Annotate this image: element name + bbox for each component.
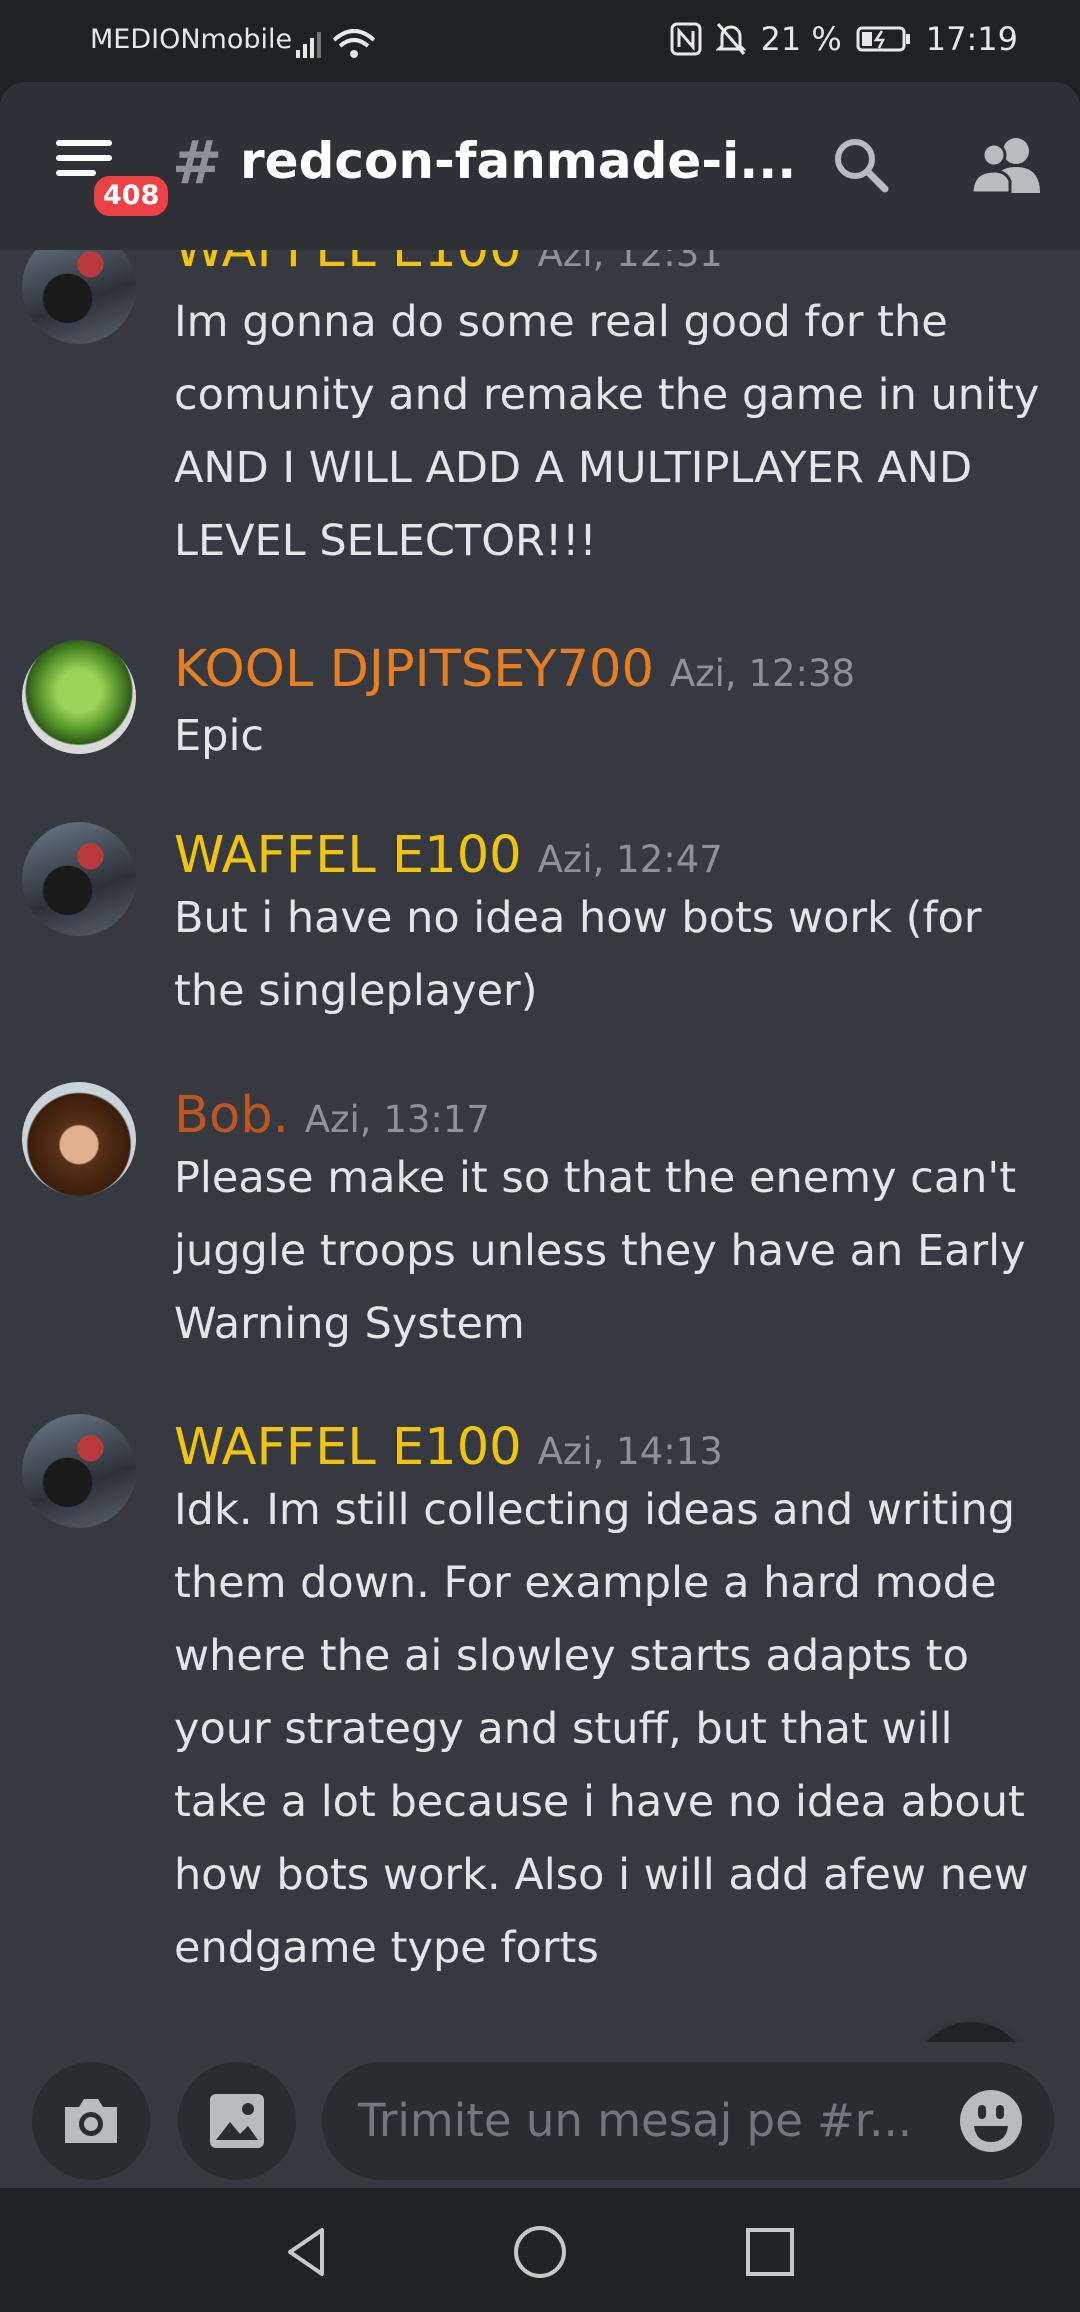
members-button[interactable]: [972, 130, 1042, 200]
gallery-button[interactable]: [178, 2062, 296, 2180]
username[interactable]: WAFFEL E100: [174, 1418, 522, 1477]
username[interactable]: WAFFEL E100: [174, 826, 522, 885]
unread-badge: 408: [90, 172, 173, 220]
back-icon[interactable]: [280, 2224, 336, 2280]
search-button[interactable]: [826, 130, 896, 200]
message-text: Epic: [174, 711, 265, 761]
signal-wifi-icons: [296, 26, 376, 68]
chat-app: WAFFEL E100Azi, 12:31 Im gonna do some r…: [0, 82, 1080, 2188]
camera-icon: [65, 2099, 117, 2143]
search-icon: [835, 139, 889, 193]
avatar[interactable]: [22, 1414, 136, 1528]
battery-percent: 21 %: [760, 20, 842, 58]
message-text: Please make it so that the enemy can't j…: [174, 1153, 1026, 1349]
system-navigation-bar: [0, 2188, 1080, 2312]
message-text: But i have no idea how bots work (for th…: [174, 893, 982, 1016]
channel-header: 408 # redcon-fanmade-i...: [0, 82, 1080, 250]
message-list[interactable]: WAFFEL E100Azi, 12:31 Im gonna do some r…: [0, 220, 1080, 2140]
home-icon[interactable]: [512, 2224, 568, 2280]
message-header: KOOL DJPITSEY700 Azi, 12:38: [174, 640, 855, 699]
timestamp: Azi, 13:17: [304, 1098, 490, 1141]
avatar[interactable]: [22, 640, 136, 754]
username[interactable]: Bob.: [174, 1086, 289, 1145]
emoji-button[interactable]: [950, 2080, 1032, 2162]
camera-button[interactable]: [32, 2062, 150, 2180]
timestamp: Azi, 12:47: [537, 838, 723, 881]
recents-icon[interactable]: [742, 2224, 798, 2280]
members-icon: [972, 138, 1040, 195]
battery-icon: [856, 25, 912, 53]
message-input[interactable]: Trimite un mesaj pe #r...: [322, 2062, 1054, 2180]
username[interactable]: KOOL DJPITSEY700: [174, 640, 654, 699]
message-header: WAFFEL E100 Azi, 14:13: [174, 1418, 723, 1477]
message-header: WAFFEL E100 Azi, 12:47: [174, 826, 723, 885]
status-bar: MEDIONmobile 21 % 17:19: [0, 0, 1080, 82]
hashtag-icon: #: [172, 128, 223, 198]
avatar[interactable]: [22, 822, 136, 936]
nfc-icon: [670, 22, 702, 56]
message-text: Idk. Im still collecting ideas and writi…: [174, 1485, 1029, 1973]
muted-bell-icon: [716, 22, 747, 56]
clock: 17:19: [925, 20, 1018, 58]
message-text: Im gonna do some real good for the comun…: [174, 297, 1040, 566]
carrier-label: MEDIONmobile: [90, 24, 293, 55]
avatar[interactable]: [22, 1082, 136, 1196]
image-icon: [210, 2094, 264, 2148]
channel-title[interactable]: redcon-fanmade-i...: [240, 132, 796, 190]
timestamp: Azi, 12:38: [669, 652, 856, 695]
menu-button[interactable]: 408: [40, 122, 173, 220]
timestamp: Azi, 14:13: [537, 1430, 723, 1473]
emoji-icon: [960, 2090, 1022, 2152]
message-header: Bob. Azi, 13:17: [174, 1086, 490, 1145]
message-composer: Trimite un mesaj pe #r...: [0, 2042, 1080, 2188]
